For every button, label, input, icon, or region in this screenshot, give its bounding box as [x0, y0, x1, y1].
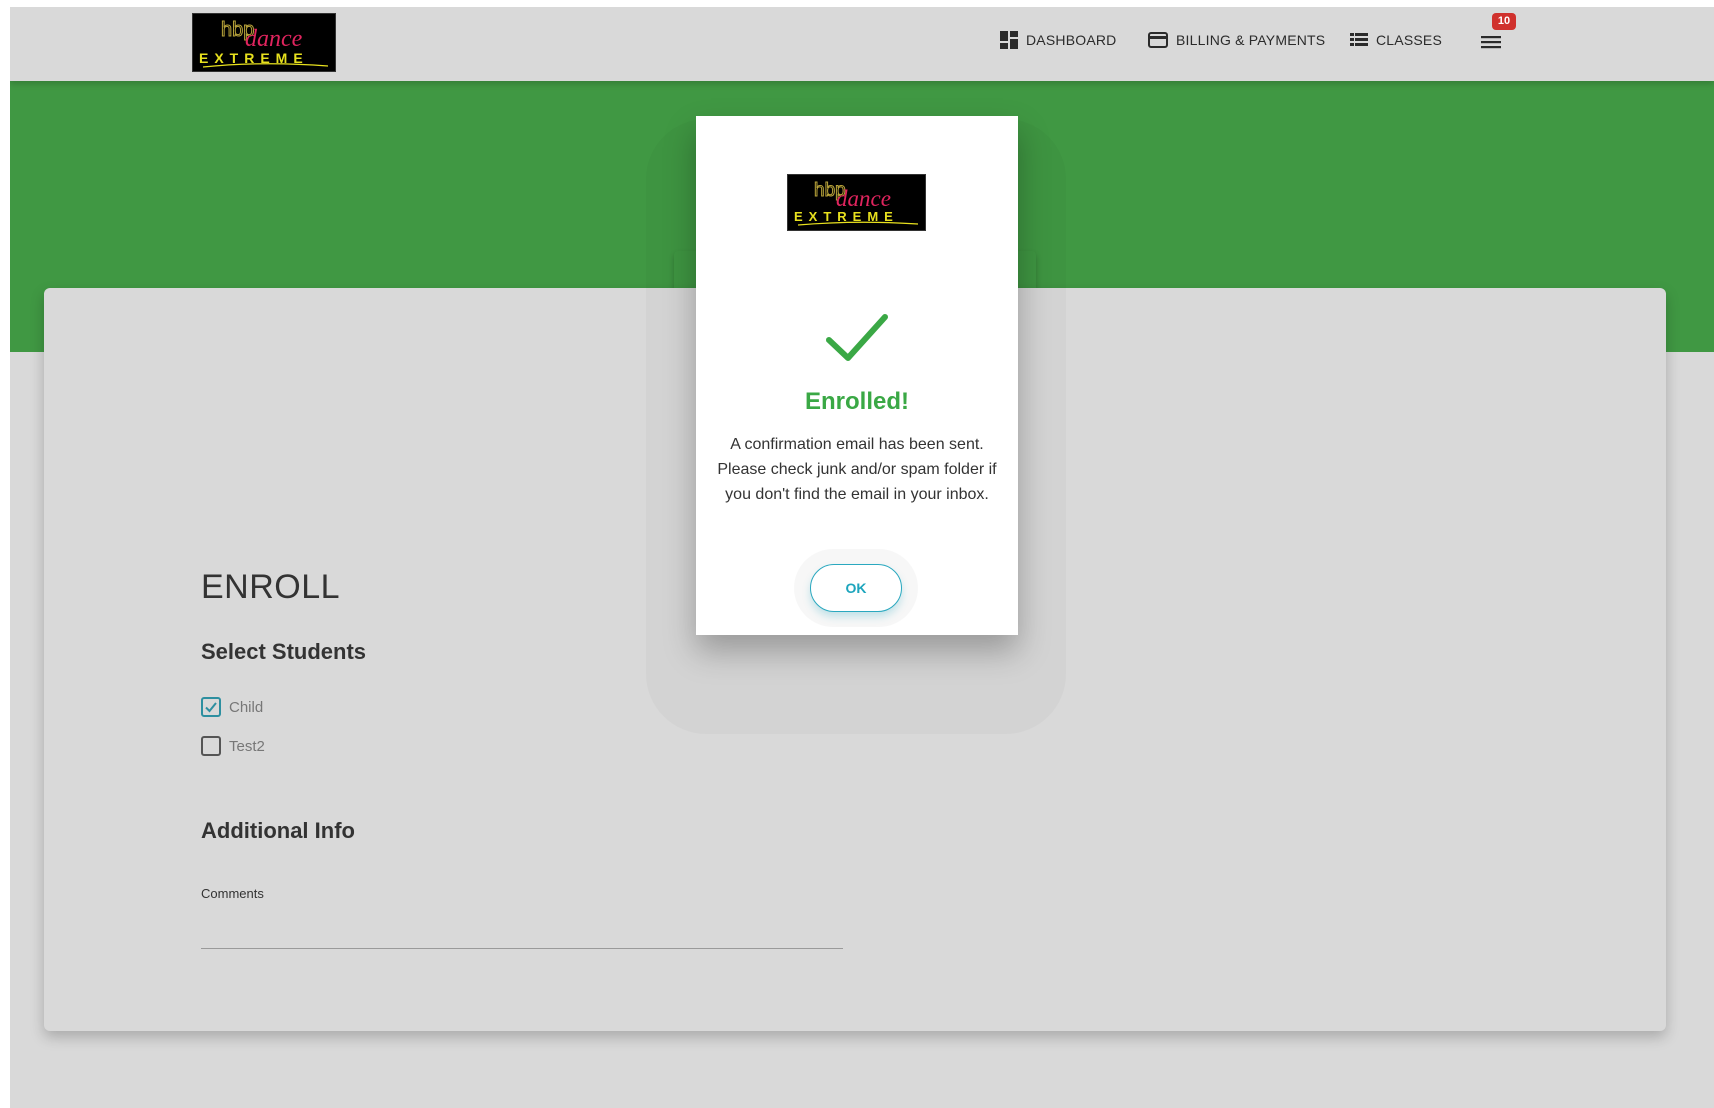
dialog-message: A confirmation email has been sent. Plea… [717, 436, 997, 503]
select-students-heading: Select Students [201, 639, 367, 664]
list-icon [1350, 33, 1368, 46]
nav-classes[interactable]: CLASSES [1350, 29, 1442, 51]
hamburger-menu-icon [1481, 36, 1501, 49]
app-root: hbp dance EXTREME DASHBOARD BILLING & PA… [10, 7, 1714, 1108]
student-option-test2[interactable]: Test2 [201, 736, 265, 756]
dashboard-icon [1000, 31, 1018, 49]
modal-logo-brand-text: dance [836, 186, 891, 211]
check-icon [205, 702, 217, 713]
student-name: Child [229, 698, 264, 716]
checkmark-icon [826, 314, 888, 361]
logo-brand-text: dance [245, 26, 303, 52]
enrolled-dialog: hbp dance EXTREME Enrolled! A confirmati… [696, 116, 1018, 635]
student-checkbox-test2[interactable] [201, 736, 221, 756]
nav-dashboard-label: DASHBOARD [1026, 32, 1117, 48]
menu-button[interactable] [1478, 31, 1504, 53]
nav-dashboard[interactable]: DASHBOARD [1000, 29, 1116, 51]
additional-info-heading: Additional Info [201, 818, 355, 843]
modal-brand-logo: hbp dance EXTREME [787, 174, 926, 231]
top-navbar: hbp dance EXTREME DASHBOARD BILLING & PA… [10, 7, 1714, 81]
nav-billing-label: BILLING & PAYMENTS [1176, 32, 1326, 48]
student-option-child[interactable]: Child [201, 697, 263, 717]
student-name: Test2 [229, 737, 265, 755]
credit-card-icon [1148, 32, 1168, 48]
comments-label: Comments [201, 886, 264, 901]
ok-button[interactable]: OK [810, 564, 902, 612]
comments-field[interactable] [201, 908, 843, 949]
brand-logo[interactable]: hbp dance EXTREME [192, 13, 336, 72]
nav-billing-payments[interactable]: BILLING & PAYMENTS [1148, 29, 1325, 51]
notification-badge[interactable]: 10 [1492, 13, 1516, 30]
student-checkbox-child[interactable] [201, 697, 221, 717]
nav-classes-label: CLASSES [1376, 32, 1442, 48]
page-title: ENROLL [201, 568, 341, 606]
modal-logo-tagline-text: EXTREME [794, 209, 899, 224]
dialog-title: Enrolled! [804, 388, 909, 415]
